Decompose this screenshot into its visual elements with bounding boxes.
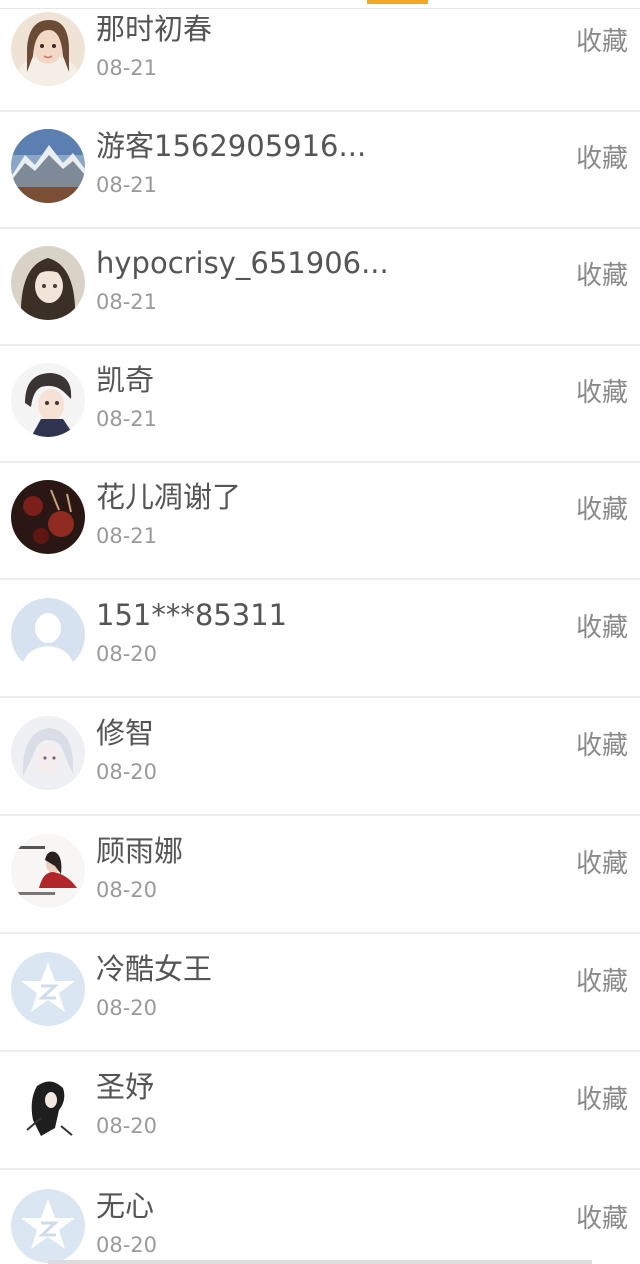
favorite-button[interactable]: 收藏 xyxy=(576,965,628,999)
date-label: 08-21 xyxy=(96,524,158,548)
avatar[interactable] xyxy=(11,598,85,672)
girl-portrait-icon xyxy=(11,12,85,86)
favorite-button[interactable]: 收藏 xyxy=(576,376,628,410)
list-item[interactable]: 冷酷女王 08-20 收藏 xyxy=(0,935,640,1052)
avatar[interactable] xyxy=(11,834,85,908)
avatar[interactable] xyxy=(11,12,85,86)
poster-figure-icon xyxy=(11,834,85,908)
avatar[interactable] xyxy=(11,1070,85,1144)
date-label: 08-20 xyxy=(96,642,158,666)
qq-star-icon xyxy=(11,1189,85,1263)
member-list-screen: 那时初春 08-21 收藏 游客1562905916... 08-21 收藏 h… xyxy=(0,0,640,1264)
avatar[interactable] xyxy=(11,129,85,203)
user-name: 顾雨娜 xyxy=(96,834,184,868)
favorite-button[interactable]: 收藏 xyxy=(576,259,628,293)
avatar[interactable] xyxy=(11,716,85,790)
favorite-button[interactable]: 收藏 xyxy=(576,847,628,881)
dark-flowers-icon xyxy=(11,480,85,554)
favorite-button[interactable]: 收藏 xyxy=(576,729,628,763)
list-item[interactable]: 花儿凋谢了 08-21 收藏 xyxy=(0,463,640,580)
date-label: 08-20 xyxy=(96,1114,158,1138)
user-name: 那时初春 xyxy=(96,12,213,46)
user-name: 151***85311 xyxy=(96,598,288,632)
date-label: 08-20 xyxy=(96,1233,158,1257)
date-label: 08-21 xyxy=(96,407,158,431)
date-label: 08-20 xyxy=(96,996,158,1020)
favorite-button[interactable]: 收藏 xyxy=(576,1202,628,1236)
list-item[interactable]: 151***85311 08-20 收藏 xyxy=(0,581,640,698)
list-item[interactable]: 无心 08-20 收藏 xyxy=(0,1172,640,1264)
default-person-icon xyxy=(11,598,85,672)
list-item[interactable]: 顾雨娜 08-20 收藏 xyxy=(0,817,640,934)
favorite-button[interactable]: 收藏 xyxy=(576,611,628,645)
tab-bar-edge xyxy=(0,0,640,9)
user-name: 凯奇 xyxy=(96,363,155,397)
date-label: 08-20 xyxy=(96,878,158,902)
favorite-button[interactable]: 收藏 xyxy=(576,493,628,527)
white-hair-character-icon xyxy=(11,716,85,790)
list-item[interactable]: hypocrisy_651906... 08-21 收藏 xyxy=(0,229,640,346)
date-label: 08-21 xyxy=(96,290,158,314)
qq-star-icon xyxy=(11,952,85,1026)
date-label: 08-20 xyxy=(96,760,158,784)
list-item[interactable]: 圣妤 08-20 收藏 xyxy=(0,1053,640,1170)
favorite-button[interactable]: 收藏 xyxy=(576,1083,628,1117)
user-name: 修智 xyxy=(96,716,155,750)
list-item[interactable]: 游客1562905916... 08-21 收藏 xyxy=(0,112,640,229)
favorite-button[interactable]: 收藏 xyxy=(576,25,628,59)
date-label: 08-21 xyxy=(96,56,158,80)
user-name: 游客1562905916... xyxy=(96,129,367,163)
user-name: 冷酷女王 xyxy=(96,952,213,986)
avatar[interactable] xyxy=(11,363,85,437)
user-name: 无心 xyxy=(96,1189,155,1223)
avatar[interactable] xyxy=(11,246,85,320)
active-tab-indicator xyxy=(367,0,428,4)
list-item[interactable]: 那时初春 08-21 收藏 xyxy=(0,0,640,112)
avatar[interactable] xyxy=(11,952,85,1026)
avatar[interactable] xyxy=(11,480,85,554)
user-name: hypocrisy_651906... xyxy=(96,246,389,280)
mountain-landscape-icon xyxy=(11,129,85,203)
bottom-bar-edge xyxy=(48,1260,592,1264)
user-name: 花儿凋谢了 xyxy=(96,480,242,514)
avatar[interactable] xyxy=(11,1189,85,1263)
list-item[interactable]: 修智 08-20 收藏 xyxy=(0,699,640,816)
user-name: 圣妤 xyxy=(96,1070,155,1104)
ink-figure-icon xyxy=(11,1070,85,1144)
list-item[interactable]: 凯奇 08-21 收藏 xyxy=(0,346,640,463)
favorite-button[interactable]: 收藏 xyxy=(576,142,628,176)
date-label: 08-21 xyxy=(96,173,158,197)
anime-boy-icon xyxy=(11,363,85,437)
anime-girl-icon xyxy=(11,246,85,320)
